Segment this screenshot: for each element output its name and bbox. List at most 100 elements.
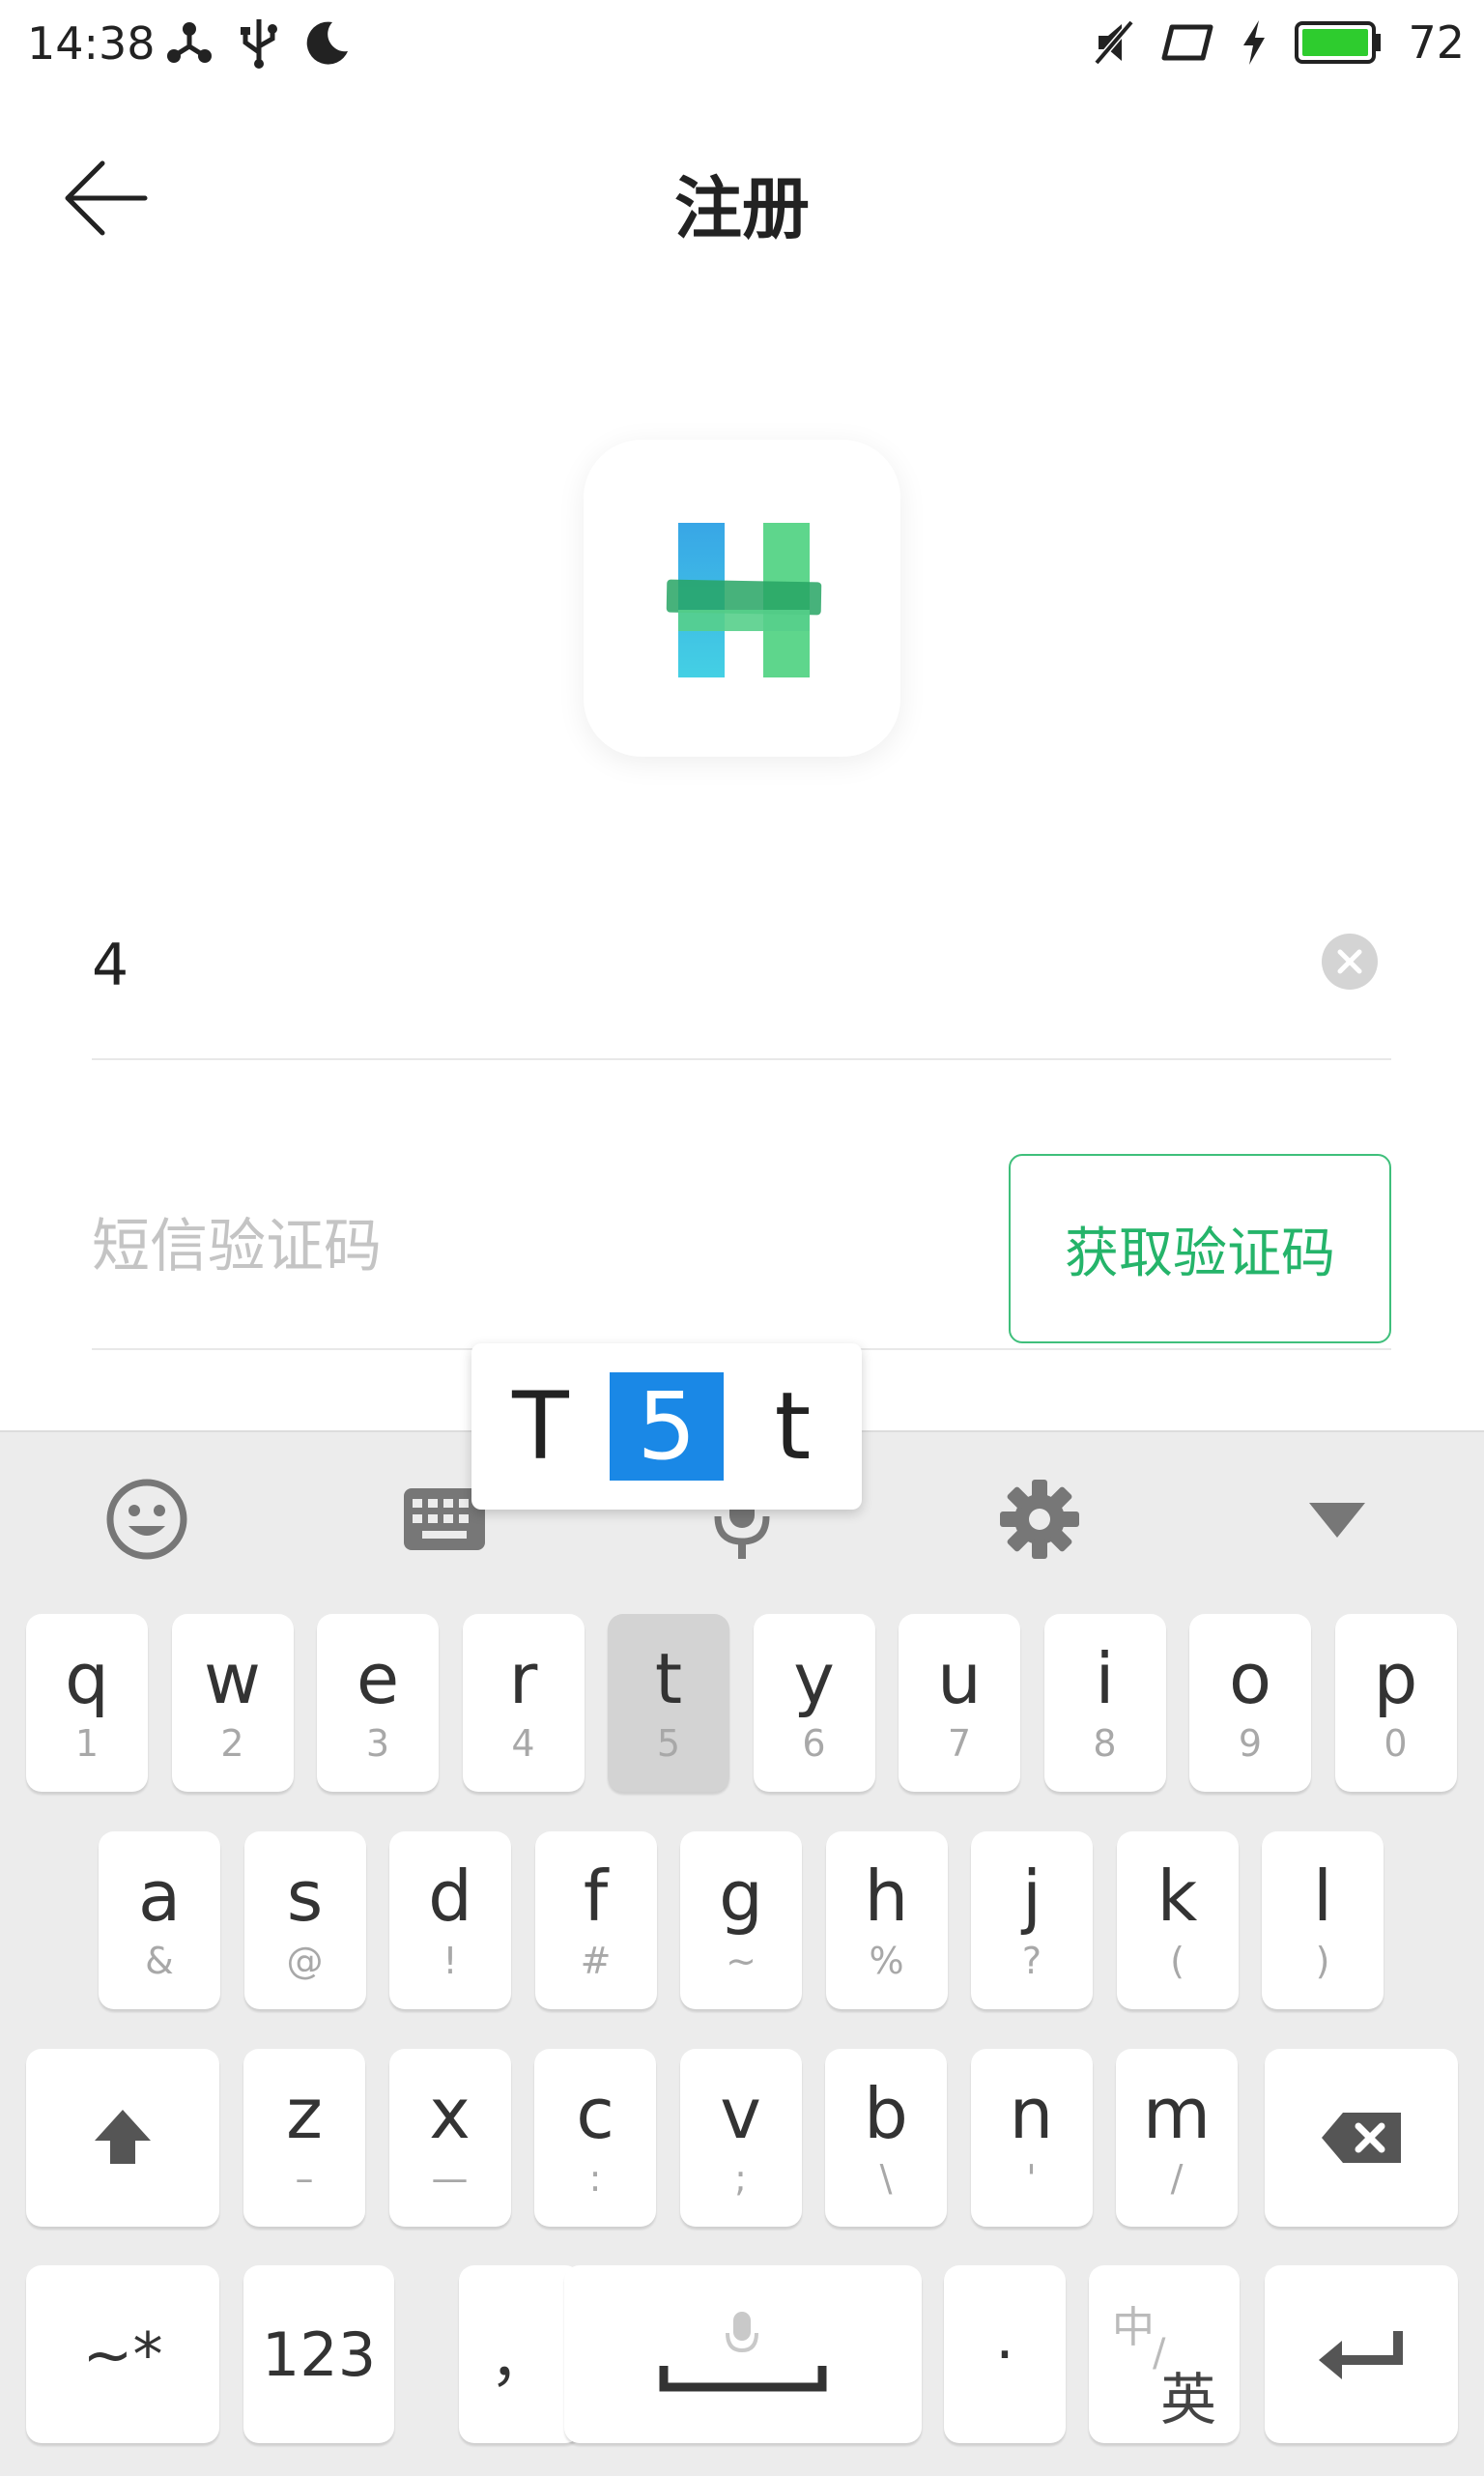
key-alt-char: ( [1170,1940,1184,1982]
key-alt-char: 9 [1238,1722,1263,1765]
key-g[interactable]: g ~ [680,1831,802,2009]
key-letter: i [1095,1638,1115,1719]
key-alt-char: 3 [365,1722,390,1765]
key-alt-char: @ [286,1940,324,1982]
key-f[interactable]: f # [534,1831,657,2009]
share-icon [167,22,212,63]
status-bar: 14:38 72 [0,0,1484,87]
key-e[interactable]: e3 [317,1614,439,1792]
clear-input-button[interactable] [1322,934,1378,990]
emoji-button[interactable] [99,1471,195,1568]
key-alt-char: ; [734,2157,747,2200]
space-key[interactable] [564,2265,922,2443]
app-logo [584,440,900,757]
phone-input-row: 4 [92,899,1391,1060]
key-p[interactable]: p0 [1334,1614,1457,1792]
status-time: 14:38 [27,17,156,70]
comma-label: ， [489,2324,550,2395]
key-alt-char: ! [442,1940,458,1982]
key-r[interactable]: r4 [462,1614,585,1792]
key-letter: b [864,2073,908,2154]
key-t[interactable]: t5 [608,1614,729,1792]
enter-key[interactable] [1265,2265,1458,2443]
language-switch-key[interactable]: 中 / 英 [1089,2265,1240,2443]
logo-h-icon [666,523,822,677]
key-s[interactable]: s @ [243,1831,366,2009]
key-letter: k [1156,1856,1198,1937]
key-alt-char: 5 [656,1722,681,1765]
key-x[interactable]: x — [388,2049,511,2227]
key-alt-char: 4 [511,1722,535,1765]
numbers-label: 123 [261,2318,377,2390]
soft-keyboard: q 1 w 2 e 3 r 4 t 5 y 6 u 7 i 8 o 9 p 0 a & s @ d! f # g ~ h% j? k(l) z –… [0,1430,1484,2476]
shift-key[interactable] [26,2049,219,2227]
key-letter: f [583,1856,609,1937]
status-right-icons: 72 [1093,14,1465,72]
key-alt-char: ~ [726,1940,756,1982]
backspace-key[interactable] [1265,2049,1458,2227]
key-q[interactable]: q1 [26,1614,148,1792]
key-u[interactable]: u7 [899,1614,1020,1792]
key-d[interactable]: d! [389,1831,511,2009]
sms-code-input[interactable] [92,1203,961,1290]
key-k[interactable]: k( [1116,1831,1239,2009]
key-alt-char: # [580,1940,612,1982]
key-alt-char: 0 [1384,1722,1408,1765]
key-l[interactable]: l) [1262,1831,1384,2009]
page-title: 注册 [674,169,810,248]
key-letter: y [793,1638,835,1719]
close-icon [1337,949,1362,974]
numbers-key[interactable]: 123 [243,2265,394,2443]
get-code-button[interactable]: 获取验证码 [1009,1154,1391,1343]
status-left-icons [164,14,352,72]
key-letter: j [1021,1856,1042,1937]
key-letter: r [508,1638,538,1719]
key-b[interactable]: b \ [825,2049,947,2227]
key-alt-char: / [1170,2157,1184,2200]
key-alt-char: : [588,2157,602,2200]
key-z[interactable]: z – [243,2049,365,2227]
key-n[interactable]: n ' [970,2049,1093,2227]
key-o[interactable]: o9 [1189,1614,1311,1792]
sms-code-row: 获取验证码 [92,1150,1391,1350]
comma-key[interactable]: ， [459,2265,581,2443]
key-a[interactable]: a & [99,1831,220,2009]
header: 注册 [0,116,1484,271]
key-alt-char: ' [1026,2157,1037,2200]
key-h[interactable]: h% [825,1831,948,2009]
key-v[interactable]: v; [679,2049,802,2227]
key-alt-char: ? [1021,1940,1042,1982]
key-c[interactable]: c: [534,2049,656,2227]
key-letter: a [137,1856,182,1937]
keyboard-settings-button[interactable] [991,1471,1088,1568]
key-m[interactable]: m / [1116,2049,1238,2227]
key-letter: v [720,2073,761,2154]
candidate-upper[interactable]: T [484,1372,598,1481]
period-key[interactable]: · [944,2265,1066,2443]
key-letter: m [1142,2073,1212,2154]
symbols-key[interactable]: ~* [26,2265,219,2443]
mute-icon [1094,19,1135,66]
charging-icon [1243,20,1266,65]
key-alt-char: 1 [74,1722,100,1765]
backspace-icon [1322,2113,1401,2163]
key-y[interactable]: y6 [753,1614,875,1792]
lang-top: 中 [1112,2303,1155,2352]
key-letter: z [286,2073,323,2154]
key-preview-popup: T 5 t [471,1343,862,1510]
key-letter: d [428,1856,472,1937]
hide-keyboard-icon [1309,1503,1365,1538]
hide-keyboard-button[interactable] [1289,1471,1385,1568]
shift-icon [95,2110,151,2164]
symbols-label: ~* [82,2318,163,2390]
key-j[interactable]: j? [971,1831,1093,2009]
period-label: · [995,2318,1014,2390]
key-w[interactable]: w2 [171,1614,294,1792]
moon-icon [306,21,348,65]
key-alt-char: % [869,1940,904,1982]
key-letter: n [1009,2073,1054,2154]
key-i[interactable]: i8 [1043,1614,1166,1792]
candidate-number[interactable]: 5 [610,1372,724,1481]
candidate-lower[interactable]: t [736,1372,850,1481]
phone-input[interactable]: 4 [92,932,128,999]
